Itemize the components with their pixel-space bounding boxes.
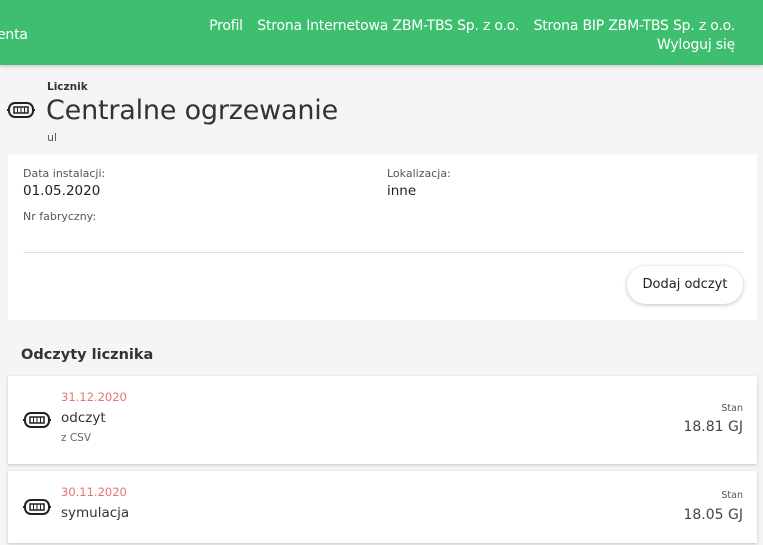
add-reading-button[interactable]: Dodaj odczyt [627, 266, 743, 304]
serial-number-label: Nr fabryczny: [23, 210, 97, 223]
reading-card[interactable]: 30.11.2020 symulacja Stan 18.05 GJ [8, 471, 757, 543]
meter-icon [23, 499, 51, 515]
reading-card[interactable]: 31.12.2020 odczyt z CSV Stan 18.81 GJ [8, 376, 757, 464]
nav-item-truncated[interactable]: enta [0, 27, 28, 43]
reading-date: 31.12.2020 [61, 390, 127, 404]
meter-icon [23, 412, 51, 428]
install-date-label: Data instalacji: [23, 167, 106, 180]
meter-header: Licznik Centralne ogrzewanie ul [0, 65, 763, 155]
nav-links: Profil Strona Internetowa ZBM-TBS Sp. z … [199, 17, 735, 37]
nav-item-bip[interactable]: Strona BIP ZBM-TBS Sp. z o.o. [534, 18, 736, 34]
reading-date: 30.11.2020 [61, 485, 127, 499]
install-date-value: 01.05.2020 [23, 183, 101, 199]
readings-section-title: Odczyty licznika [21, 347, 154, 363]
reading-name: odczyt [61, 410, 106, 426]
top-navigation-bar: enta Profil Strona Internetowa ZBM-TBS S… [0, 0, 763, 65]
location-value: inne [387, 183, 417, 199]
meter-address: ul [47, 131, 58, 144]
nav-item-website[interactable]: Strona Internetowa ZBM-TBS Sp. z o.o. [257, 18, 519, 34]
page-title: Centralne ogrzewanie [46, 95, 339, 126]
reading-stan-label: Stan [721, 403, 743, 414]
reading-name: symulacja [61, 505, 130, 521]
reading-stan-label: Stan [721, 490, 743, 501]
meter-type-label: Licznik [47, 81, 88, 93]
meter-details-card: Data instalacji: 01.05.2020 Lokalizacja:… [8, 155, 757, 320]
logout-link[interactable]: Wyloguj się [657, 37, 735, 53]
location-label: Lokalizacja: [387, 167, 451, 180]
reading-value: 18.81 GJ [683, 419, 743, 435]
meter-icon [7, 102, 35, 118]
reading-source: z CSV [61, 432, 92, 444]
nav-item-profil[interactable]: Profil [209, 18, 243, 34]
reading-value: 18.05 GJ [683, 507, 743, 523]
divider [23, 252, 744, 253]
